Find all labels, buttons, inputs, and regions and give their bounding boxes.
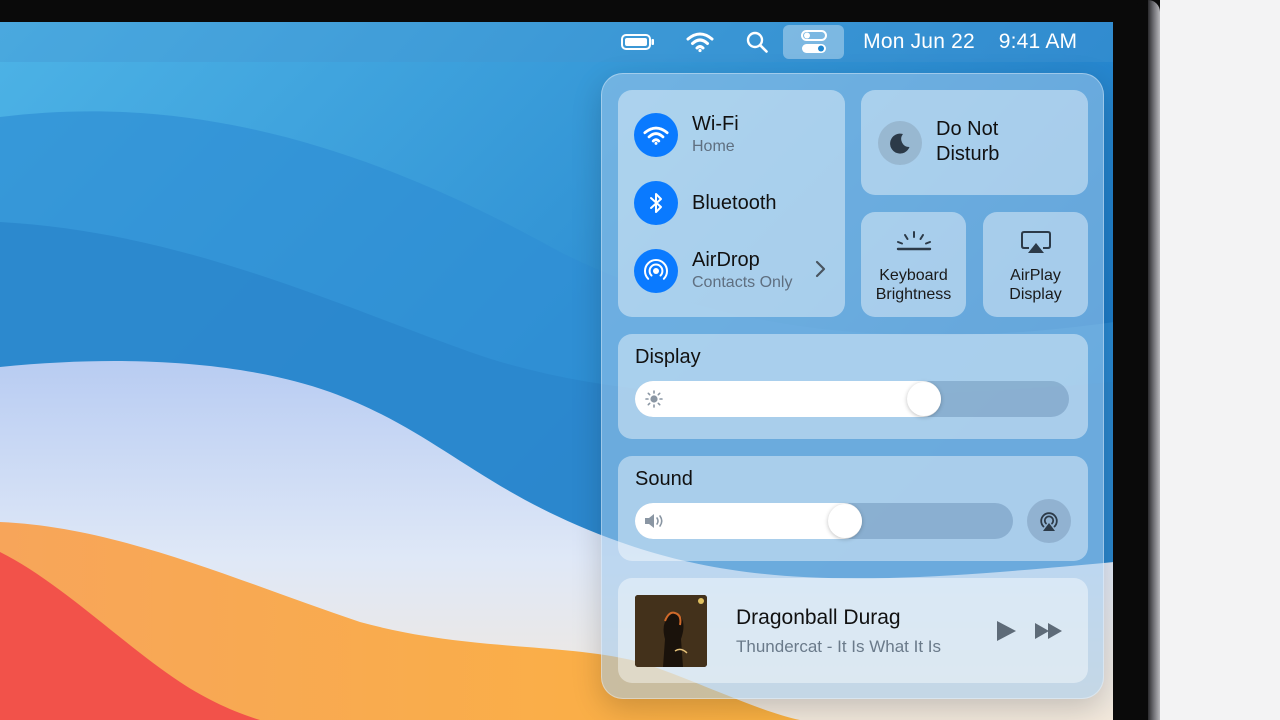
airplay-display-label-1: AirPlay xyxy=(1010,267,1061,284)
wifi-icon xyxy=(643,126,669,145)
bezel-edge xyxy=(1148,0,1160,720)
display-brightness-slider[interactable] xyxy=(635,381,1069,417)
display-slider-fill xyxy=(635,381,941,417)
search-icon[interactable] xyxy=(740,22,774,62)
control-center-panel: Wi-Fi Home Bluetooth AirDrop Contacts On… xyxy=(601,73,1104,699)
display-slider-knob[interactable] xyxy=(907,382,941,416)
sun-icon xyxy=(645,390,663,408)
wifi-toggle-button[interactable] xyxy=(634,113,678,157)
fast-forward-icon[interactable] xyxy=(1034,621,1064,641)
airplay-display-tile[interactable]: AirPlay Display xyxy=(983,212,1088,317)
menu-bar-date[interactable]: Mon Jun 22 xyxy=(856,22,982,62)
wifi-icon[interactable] xyxy=(682,22,718,62)
display-title: Display xyxy=(635,346,701,368)
date-text: Mon Jun 22 xyxy=(863,30,975,53)
bezel-top xyxy=(0,0,1160,22)
sound-title: Sound xyxy=(635,468,693,490)
do-not-disturb-label: Do Not Disturb xyxy=(936,118,1000,165)
now-playing-tile[interactable]: Dragonball Durag Thundercat - It Is What… xyxy=(618,578,1088,683)
keyboard-brightness-label-2: Brightness xyxy=(875,286,952,303)
airdrop-chevron-icon[interactable] xyxy=(814,260,830,280)
background-outside-laptop xyxy=(1160,0,1280,720)
keyboard-brightness-label-1: Keyboard xyxy=(879,267,948,284)
time-text: 9:41 AM xyxy=(998,30,1078,53)
airdrop-row[interactable]: AirDrop Contacts Only xyxy=(634,248,792,294)
keyboard-brightness-tile[interactable]: Keyboard Brightness xyxy=(861,212,966,317)
bluetooth-toggle-button[interactable] xyxy=(634,181,678,225)
airplay-display-icon xyxy=(1020,230,1052,256)
do-not-disturb-button[interactable] xyxy=(878,121,922,165)
airdrop-icon xyxy=(644,259,668,280)
airdrop-toggle-button[interactable] xyxy=(634,249,678,293)
bluetooth-title: Bluetooth xyxy=(692,192,777,214)
display-tile: Display xyxy=(618,334,1088,439)
do-not-disturb-tile[interactable]: Do Not Disturb xyxy=(861,90,1088,195)
keyboard-brightness-icon xyxy=(895,230,933,254)
wifi-network-name: Home xyxy=(692,138,735,155)
battery-icon[interactable] xyxy=(618,22,658,62)
airplay-audio-button[interactable] xyxy=(1027,499,1071,543)
sound-slider-knob[interactable] xyxy=(828,504,862,538)
sound-volume-slider[interactable] xyxy=(635,503,1013,539)
menu-bar-clock[interactable]: 9:41 AM xyxy=(992,22,1084,62)
wifi-title: Wi-Fi xyxy=(692,113,739,135)
sound-tile: Sound xyxy=(618,456,1088,561)
track-title: Dragonball Durag xyxy=(736,606,901,629)
wifi-row[interactable]: Wi-Fi Home xyxy=(634,112,739,158)
network-tile: Wi-Fi Home Bluetooth AirDrop Contacts On… xyxy=(618,90,845,317)
speaker-icon xyxy=(643,512,667,530)
moon-icon xyxy=(890,133,910,154)
desktop-screen: Mon Jun 22 9:41 AM Wi-Fi Home Bluetooth … xyxy=(0,22,1114,720)
track-artist-album: Thundercat - It Is What It Is xyxy=(736,637,942,656)
airplay-display-label-2: Display xyxy=(1009,286,1062,303)
menu-bar: Mon Jun 22 9:41 AM xyxy=(0,22,1114,62)
control-center-icon[interactable] xyxy=(783,22,844,62)
airplay-audio-icon xyxy=(1040,512,1058,531)
airdrop-mode: Contacts Only xyxy=(692,274,793,291)
album-artwork[interactable] xyxy=(635,595,707,667)
bluetooth-icon xyxy=(650,193,662,213)
play-icon[interactable] xyxy=(994,619,1018,643)
bluetooth-row[interactable]: Bluetooth xyxy=(634,181,777,225)
airdrop-title: AirDrop xyxy=(692,249,760,271)
